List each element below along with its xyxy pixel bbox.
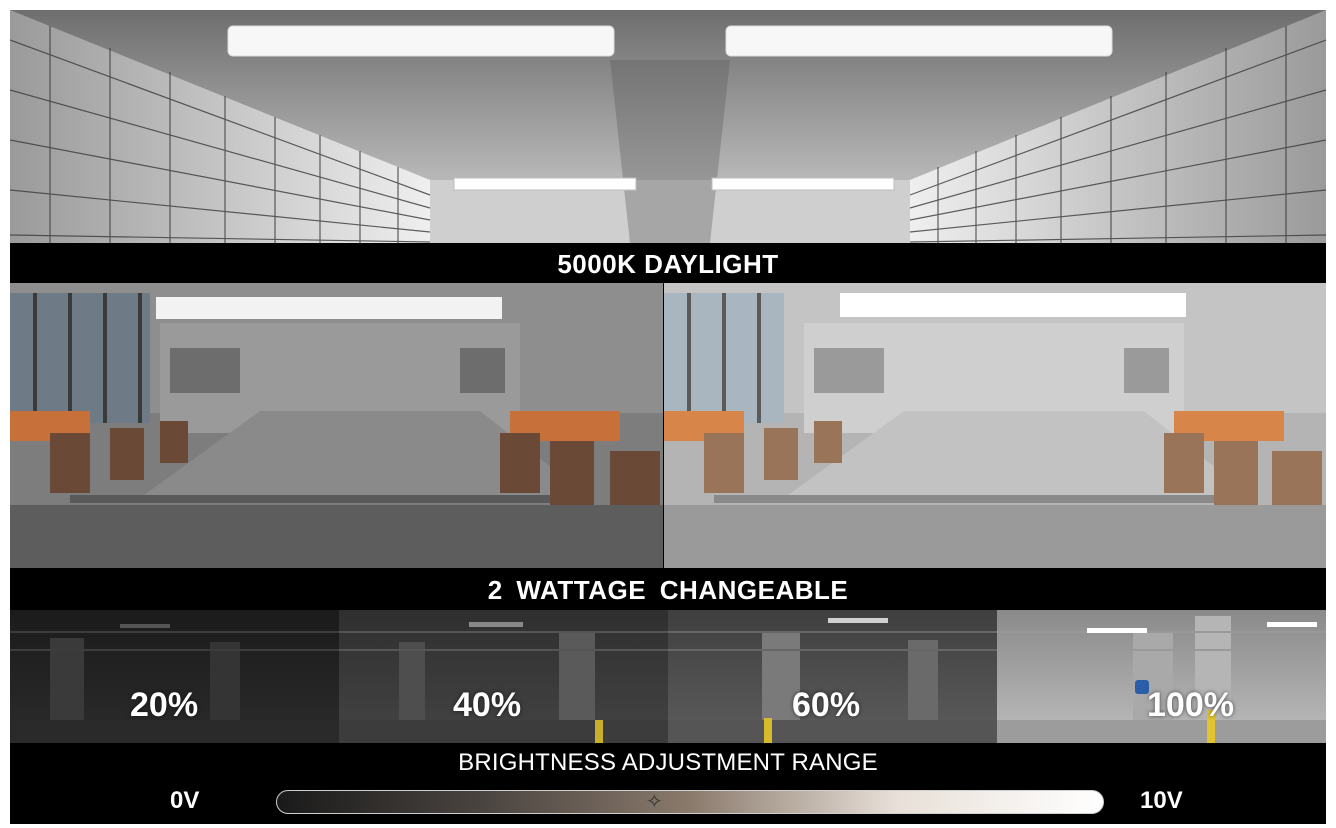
conference-room-comparison xyxy=(10,283,1326,568)
brightness-panel-60: 60% xyxy=(668,610,997,743)
brightness-label-20: 20% xyxy=(130,686,199,724)
range-max-label: 10V xyxy=(1140,787,1183,814)
range-title: BRIGHTNESS ADJUSTMENT RANGE xyxy=(458,749,878,776)
lightbulb-icon: ✧ xyxy=(646,791,663,813)
corridor-scene xyxy=(10,10,1326,243)
brightness-panel-40: 40% xyxy=(339,610,668,743)
banner-5000k-daylight: 5000K DAYLIGHT xyxy=(10,243,1326,283)
range-gradient-bar xyxy=(276,790,1104,814)
brightness-label-40: 40% xyxy=(453,686,522,724)
conference-room-dim xyxy=(10,283,663,568)
corridor-illustration xyxy=(10,10,1326,243)
conference-room-bright xyxy=(664,283,1326,568)
product-infographic: 5000K DAYLIGHT 2 WATTAGE CHANGEABLE 20% … xyxy=(10,10,1326,824)
range-min-label: 0V xyxy=(170,787,200,814)
brightness-adjustment-range: BRIGHTNESS ADJUSTMENT RANGE 0V ✧ 10V xyxy=(10,743,1326,824)
brightness-panel-100: 100% xyxy=(997,610,1326,743)
brightness-level-panels: 20% 40% 60% 100% xyxy=(10,610,1326,743)
brightness-label-100: 100% xyxy=(1147,686,1234,724)
brightness-panel-20: 20% xyxy=(10,610,339,743)
brightness-label-60: 60% xyxy=(792,686,861,724)
banner-2-wattage-changeable: 2 WATTAGE CHANGEABLE xyxy=(10,568,1326,610)
